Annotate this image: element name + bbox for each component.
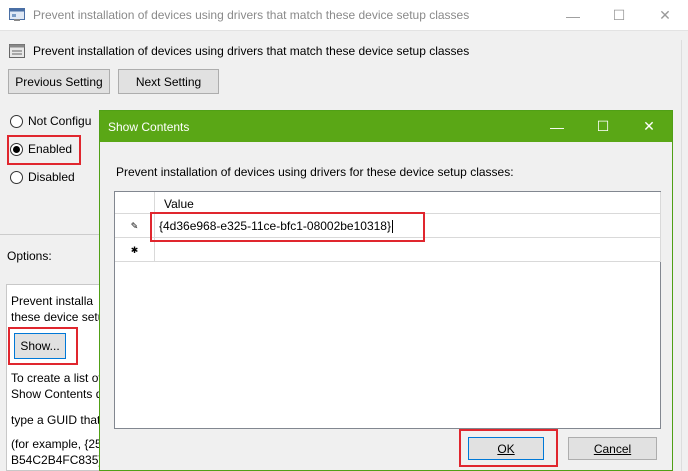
radio-not-configured[interactable]: Not Configu	[10, 114, 91, 128]
edit-pencil-icon: ✎	[115, 214, 155, 238]
new-row-asterisk-icon: ✱	[115, 238, 155, 262]
row-header-corner	[115, 192, 155, 214]
dialog-maximize-button[interactable]: ☐	[580, 111, 626, 142]
column-header-value: Value	[164, 197, 194, 211]
policy-header: Prevent installation of devices using dr…	[0, 36, 688, 64]
radio-not-configured-label: Not Configu	[28, 114, 92, 128]
dialog-title: Show Contents	[108, 120, 190, 134]
highlight-enabled	[7, 135, 81, 165]
highlight-ok-button	[459, 429, 558, 467]
show-contents-dialog: Show Contents — ☐ ✕ Prevent installation…	[99, 110, 673, 471]
policy-header-title: Prevent installation of devices using dr…	[33, 44, 470, 58]
policy-settings-icon	[9, 8, 25, 21]
grid-header: Value	[115, 192, 660, 214]
options-text-line: these device setu	[11, 310, 100, 324]
options-text-line: B54C2B4FC835})	[11, 453, 100, 467]
cancel-button[interactable]: Cancel	[568, 437, 657, 460]
policy-window-titlebar: Prevent installation of devices using dr…	[0, 0, 688, 31]
divider	[0, 234, 100, 235]
maximize-button[interactable]: ☐	[596, 0, 642, 31]
grid-column-edge	[660, 192, 661, 262]
options-text-line: Show Contents d	[11, 387, 100, 401]
dialog-prompt: Prevent installation of devices using dr…	[116, 165, 514, 179]
dialog-close-button[interactable]: ✕	[626, 111, 672, 142]
previous-setting-button[interactable]: Previous Setting	[8, 69, 110, 94]
options-text-line: type a GUID that	[11, 413, 100, 427]
policy-settings-icon	[9, 44, 25, 58]
options-label: Options:	[7, 249, 52, 263]
highlight-guid-value	[150, 212, 425, 242]
scrollbar[interactable]	[681, 40, 688, 471]
options-text-line: To create a list of	[11, 371, 100, 385]
highlight-show-button	[8, 327, 78, 365]
radio-disabled[interactable]: Disabled	[10, 170, 75, 184]
radio-circle[interactable]	[10, 114, 23, 128]
minimize-button[interactable]: —	[550, 0, 596, 31]
close-button[interactable]: ✕	[642, 0, 688, 31]
value-cell-input[interactable]	[158, 241, 159, 259]
options-text-line: (for example, {25	[11, 437, 100, 451]
next-setting-button[interactable]: Next Setting	[118, 69, 219, 94]
radio-disabled-label: Disabled	[28, 170, 75, 184]
options-text-line: Prevent installa	[11, 294, 94, 308]
dialog-minimize-button[interactable]: —	[534, 111, 580, 142]
policy-window-title: Prevent installation of devices using dr…	[33, 8, 470, 22]
dialog-titlebar: Show Contents — ☐ ✕	[100, 111, 672, 142]
radio-circle[interactable]	[10, 170, 23, 184]
